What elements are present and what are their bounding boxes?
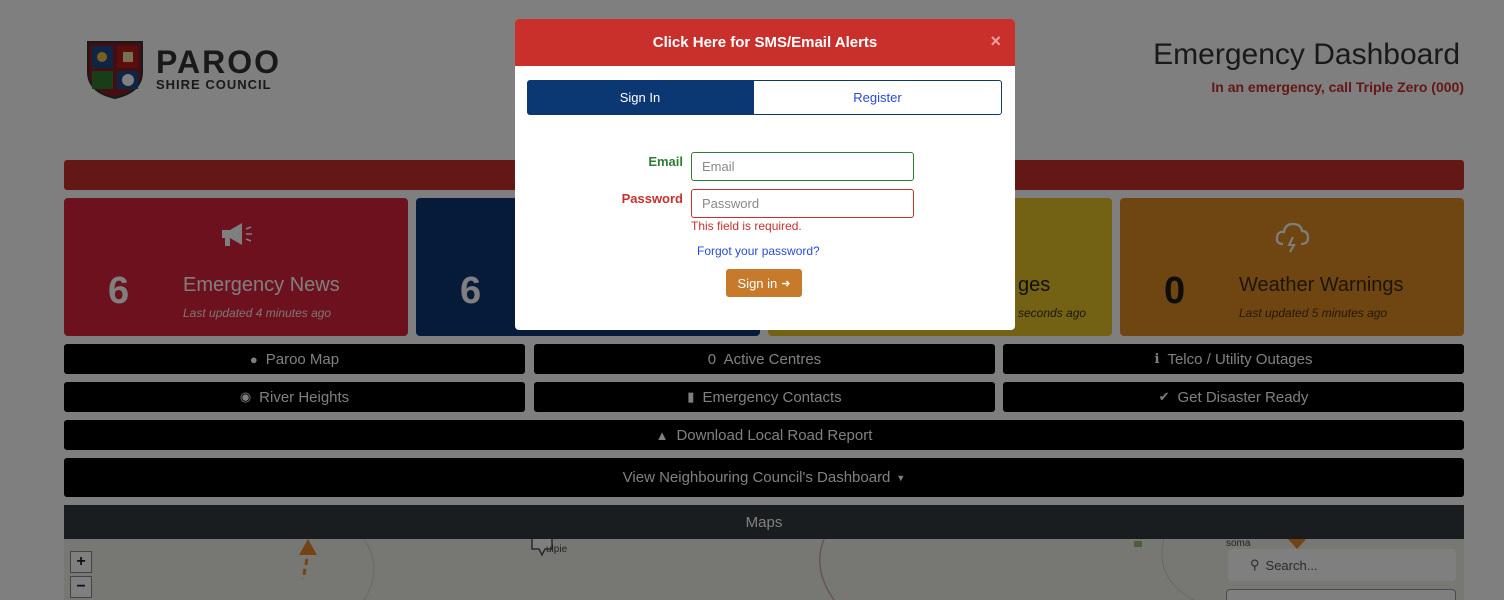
password-label: Password: [621, 191, 683, 206]
tab-sign-in[interactable]: Sign In: [527, 80, 753, 115]
password-placeholder: Password: [702, 196, 760, 211]
auth-tabs: Sign In Register: [527, 80, 1002, 115]
forgot-password-link[interactable]: Forgot your password?: [697, 244, 820, 258]
sign-in-icon: ➜: [781, 277, 791, 290]
password-field[interactable]: Password: [691, 189, 914, 218]
close-icon[interactable]: ×: [990, 31, 1001, 52]
sign-in-label: Sign in: [737, 275, 778, 291]
modal-title: Click Here for SMS/Email Alerts: [652, 34, 878, 51]
alerts-signin-modal: Click Here for SMS/Email Alerts × Sign I…: [515, 19, 1015, 330]
modal-header[interactable]: Click Here for SMS/Email Alerts ×: [515, 19, 1015, 66]
email-label: Email: [648, 154, 683, 169]
validation-error: This field is required.: [691, 219, 802, 233]
tab-register[interactable]: Register: [753, 80, 1002, 115]
sign-in-button[interactable]: Sign in ➜: [726, 269, 802, 297]
email-field[interactable]: Email: [691, 152, 914, 181]
email-placeholder: Email: [702, 159, 735, 174]
